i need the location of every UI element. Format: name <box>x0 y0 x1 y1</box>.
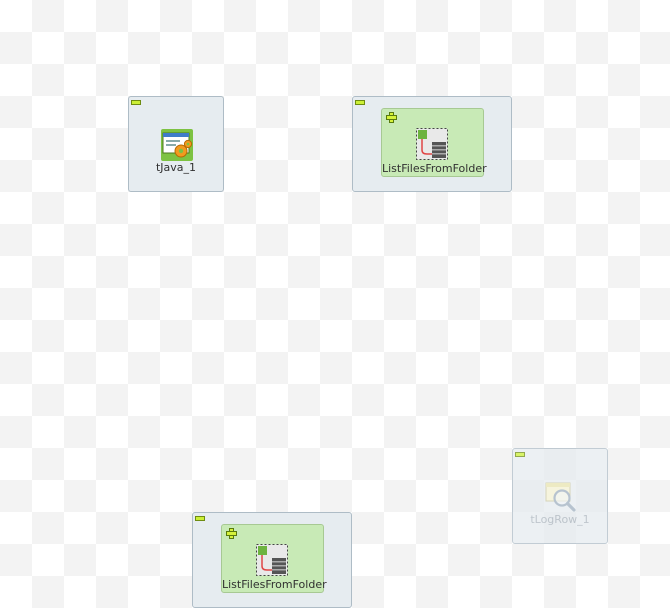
java-gear-icon <box>161 129 193 161</box>
component-listfilesfromfolder[interactable]: ListFilesFromFolder <box>352 96 512 192</box>
expand-plus-icon[interactable] <box>386 112 397 123</box>
component-tjava[interactable]: tJava_1 <box>128 96 224 192</box>
subjob-container[interactable]: ListFilesFromFolder <box>381 108 487 177</box>
component-label: ListFilesFromFolder <box>382 162 487 175</box>
component-tlogrow[interactable]: tLogRow_1 <box>512 448 608 544</box>
component-label: ListFilesFromFolder <box>222 578 327 591</box>
collapse-toggle-button[interactable] <box>131 100 141 105</box>
subjob-container[interactable]: ListFilesFromFolder <box>221 524 327 593</box>
component-listfilesfromfolder[interactable]: ListFilesFromFolder <box>192 512 352 608</box>
design-canvas[interactable]: tJava_1 ListFilesFromFolder tLogRow_1 Li… <box>0 0 670 608</box>
joblet-icon <box>416 128 448 160</box>
expand-plus-icon[interactable] <box>226 528 237 539</box>
component-label: tLogRow_1 <box>530 513 590 526</box>
joblet-icon <box>256 544 288 576</box>
collapse-toggle-button[interactable] <box>355 100 365 105</box>
magnifier-log-icon <box>545 482 576 512</box>
collapse-toggle-button[interactable] <box>515 452 525 457</box>
collapse-toggle-button[interactable] <box>195 516 205 521</box>
component-label: tJava_1 <box>155 161 197 174</box>
